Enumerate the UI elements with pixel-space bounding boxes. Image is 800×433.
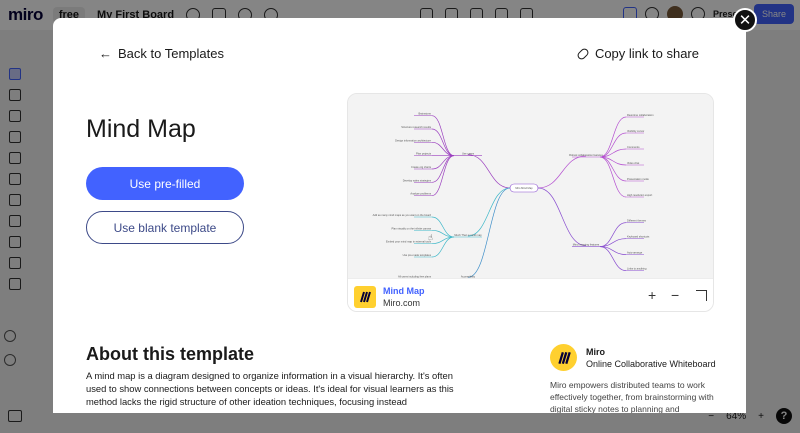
mind-map-connector	[431, 155, 455, 170]
mind-map-connector	[599, 116, 627, 158]
mind-map-diagram: Miro Mind Map Use cases Brainstorm Structur…	[373, 112, 654, 279]
embed-source: Miro.com	[383, 298, 421, 308]
close-modal-button[interactable]: ✕	[733, 8, 757, 32]
mind-map-leaf-label: Comments	[627, 145, 640, 149]
mind-map-leaf-label: Plan projects	[416, 152, 432, 156]
preview-footer: Mind Map Miro.com + −	[348, 278, 713, 311]
author-avatar	[550, 344, 577, 371]
mind-map-leaf-label: Design information architecture	[395, 138, 431, 142]
mind-map-connector	[599, 156, 627, 198]
template-modal: ← Back to Templates Copy link to share M…	[53, 18, 746, 413]
mind-map-leaf-label: Links to anything	[627, 267, 647, 271]
back-to-templates-link[interactable]: ← Back to Templates	[99, 46, 224, 61]
mind-map-center-label: Miro Mind Map	[515, 186, 533, 190]
preview-zoom-in-button[interactable]: +	[648, 287, 656, 303]
copy-link-button[interactable]: Copy link to share	[575, 46, 699, 61]
about-description: A mind map is a diagram designed to orga…	[86, 370, 454, 407]
mind-map-connector	[431, 155, 455, 183]
close-icon: ✕	[738, 12, 752, 29]
fullscreen-expand-icon[interactable]	[696, 290, 707, 301]
embed-title-link[interactable]: Mind Map	[383, 286, 425, 296]
mind-map-leaf-label: Create org charts	[411, 165, 432, 169]
use-blank-template-button[interactable]: Use blank template	[86, 211, 244, 244]
author-name: Miro	[586, 347, 605, 357]
mind-map-connector	[537, 155, 587, 189]
mind-map-leaf-label: Use pre-made templates	[403, 253, 432, 257]
template-preview[interactable]: Miro Mind Map Use cases Brainstorm Structur…	[347, 93, 714, 312]
mind-map-connector	[467, 154, 511, 189]
preview-canvas[interactable]: Miro Mind Map Use cases Brainstorm Structur…	[348, 94, 713, 279]
preview-zoom-out-button[interactable]: −	[671, 287, 679, 303]
mind-map-leaf-label: Embed your mind map in external tools	[386, 240, 432, 244]
link-icon	[575, 46, 591, 61]
mind-map-branch-label: Use cases	[462, 152, 475, 156]
mind-map-leaf-label: Visibility cursor	[627, 129, 644, 133]
mind-map-connector	[467, 187, 511, 278]
mind-map-leaf-label: Video chat	[627, 161, 639, 165]
mind-map-connector	[431, 115, 455, 157]
template-title: Mind Map	[86, 115, 196, 143]
mind-map-leaf-label: Analyze problems	[410, 192, 431, 196]
mind-map-leaf-label: Different themes	[627, 219, 647, 223]
mind-map-branch-label: Robust collaboration features	[569, 153, 603, 157]
copy-link-label: Copy link to share	[594, 46, 699, 61]
mind-map-leaf-label: Real-time collaboration	[627, 113, 654, 117]
mind-map-branch-label: Mind mapping features	[573, 243, 600, 247]
mind-map-connector	[431, 155, 455, 197]
mind-map-leaf-label: Develop sales strategies	[403, 178, 432, 182]
use-prefilled-button[interactable]: Use pre-filled	[86, 167, 244, 200]
mind-map-leaf-label: Auto-arrange	[627, 251, 643, 255]
mind-map-branch-label: Much Than a mind map	[454, 233, 482, 237]
arrow-left-icon: ←	[99, 46, 112, 61]
mind-map-leaf-label: Brainstorm	[418, 112, 431, 116]
hand-cursor-icon: ☝	[428, 233, 433, 242]
mind-map-leaf-label: Presentation mode	[627, 177, 649, 181]
mind-map-connector	[467, 187, 511, 237]
about-heading: About this template	[86, 344, 255, 364]
back-label: Back to Templates	[118, 46, 224, 61]
mind-map-leaf-label: Add as many mind maps as you want on the…	[373, 213, 432, 217]
mind-map-connector	[537, 187, 587, 246]
mind-map-leaf-label: Structure research results	[401, 125, 431, 129]
mind-map-leaf-label: Plan visually on the infinite canvas	[391, 226, 431, 230]
mind-map-leaf-label: High resolution export	[627, 193, 653, 197]
mind-map-connector	[431, 141, 455, 157]
author-description: Miro empowers distributed teams to work …	[550, 380, 714, 413]
miro-embed-logo-icon	[354, 286, 376, 308]
author-role: Online Collaborative Whiteboard	[586, 359, 716, 369]
mind-map-leaf-label: Keyboard shortcuts	[627, 235, 650, 239]
mind-map-connector	[431, 128, 455, 157]
